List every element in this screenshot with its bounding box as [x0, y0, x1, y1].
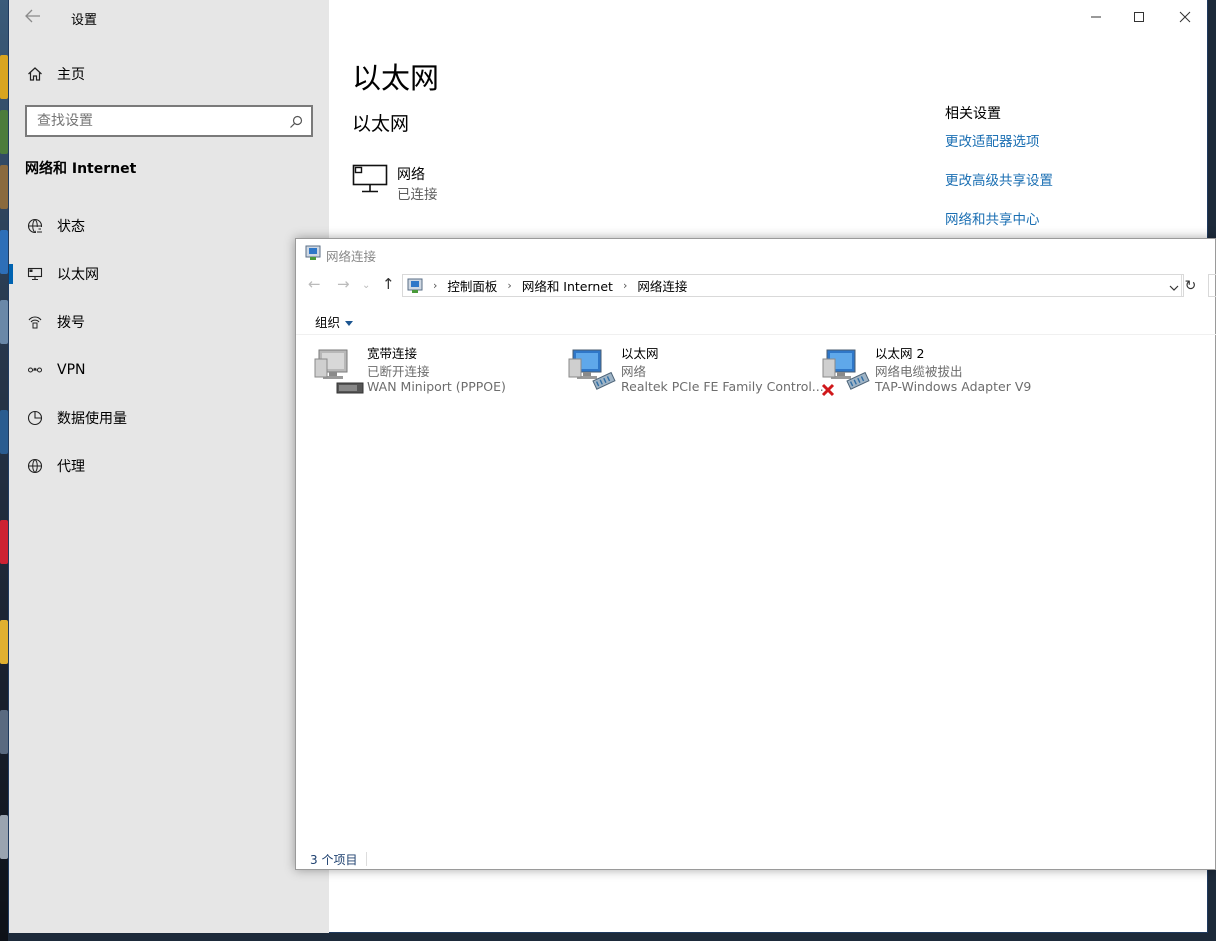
breadcrumb-separator[interactable]: › — [433, 279, 437, 292]
connection-status: 已断开连接 — [367, 364, 430, 379]
nav-home[interactable]: 主页 — [9, 54, 329, 94]
breadcrumb-network-internet[interactable]: 网络和 Internet — [522, 276, 613, 295]
network-monitor-icon[interactable] — [352, 164, 388, 196]
desktop-background — [0, 0, 8, 941]
nav-item-dialup[interactable]: 拨号 — [9, 302, 329, 342]
connection-device: Realtek PCIe FE Family Control... — [621, 379, 824, 394]
settings-nav-pane: 设置 主页 网络和 Internet 状态 以太网 — [9, 0, 329, 933]
network-name[interactable]: 网络 — [397, 164, 425, 184]
connection-device: WAN Miniport (PPPOE) — [367, 379, 506, 394]
desktop-shortcut-icon[interactable] — [0, 710, 8, 754]
desktop-shortcut-icon[interactable] — [0, 165, 8, 209]
desktop-shortcut-icon[interactable] — [0, 620, 8, 664]
breadcrumb-control-panel[interactable]: 控制面板 — [447, 276, 497, 295]
network-sharing-center-link[interactable]: 网络和共享中心 — [945, 208, 1040, 228]
connection-item-broadband[interactable]: 宽带连接 已断开连接 WAN Miniport (PPPOE) — [313, 343, 543, 403]
change-advanced-sharing-link[interactable]: 更改高级共享设置 — [945, 169, 1053, 189]
desktop-shortcut-icon[interactable] — [0, 230, 8, 274]
connection-item-ethernet[interactable]: 以太网 网络 Realtek PCIe FE Family Control... — [567, 343, 824, 403]
chevron-down-icon[interactable] — [1169, 281, 1179, 291]
recent-locations-icon[interactable]: ⌄ — [362, 280, 370, 291]
nav-item-proxy[interactable]: 代理 — [9, 446, 329, 486]
nav-home-label: 主页 — [57, 67, 85, 83]
search-icon[interactable] — [289, 114, 303, 128]
nav-item-label: 拨号 — [57, 315, 85, 331]
desktop-shortcut-icon[interactable] — [0, 55, 8, 99]
ethernet-monitor-icon — [26, 265, 44, 283]
status-bar-divider — [366, 852, 367, 866]
maximize-button[interactable] — [1128, 8, 1150, 26]
ethernet-adapter-unplugged-icon — [821, 347, 873, 399]
organize-menu[interactable]: 组织 — [315, 312, 354, 331]
status-bar-item-count: 3 个项目 — [310, 853, 358, 867]
close-button[interactable] — [1174, 8, 1196, 26]
connection-item-ethernet-2[interactable]: 以太网 2 网络电缆被拔出 TAP-Windows Adapter V9 — [821, 343, 1067, 403]
network-status: 已连接 — [397, 187, 438, 203]
minimize-button[interactable] — [1085, 8, 1107, 26]
nav-item-label: 状态 — [57, 219, 85, 235]
broadband-connection-icon — [313, 347, 365, 399]
desktop-shortcut-icon[interactable] — [0, 110, 8, 154]
caret-down-icon — [345, 321, 354, 326]
settings-search-box[interactable] — [25, 105, 313, 137]
section-title: 网络和 Internet — [25, 161, 137, 177]
desktop-shortcut-icon[interactable] — [0, 815, 8, 859]
up-arrow-icon[interactable]: ↑ — [382, 275, 395, 293]
search-box[interactable] — [1208, 274, 1216, 297]
proxy-globe-icon — [26, 457, 44, 475]
app-title: 设置 — [71, 13, 98, 28]
desktop-shortcut-icon[interactable] — [0, 410, 8, 454]
breadcrumb-separator[interactable]: › — [623, 279, 627, 292]
window-title: 网络连接 — [326, 249, 377, 264]
related-settings-title: 相关设置 — [945, 106, 1001, 122]
change-adapter-options-link[interactable]: 更改适配器选项 — [945, 130, 1040, 150]
ethernet-subheading: 以太网 — [352, 113, 410, 135]
dialup-icon — [26, 313, 44, 331]
home-icon — [26, 65, 44, 83]
desktop-shortcut-icon[interactable] — [0, 520, 8, 564]
nav-item-data-usage[interactable]: 数据使用量 — [9, 398, 329, 438]
forward-icon[interactable]: → — [337, 275, 350, 293]
desktop-shortcut-icon[interactable] — [0, 300, 8, 344]
connection-name: 以太网 2 — [875, 346, 925, 361]
nav-item-label: VPN — [57, 362, 86, 378]
address-bar[interactable]: › 控制面板 › 网络和 Internet › 网络连接 — [402, 274, 1184, 297]
page-title: 以太网 — [352, 61, 440, 95]
network-connections-icon — [305, 245, 321, 261]
back-arrow-icon[interactable] — [25, 8, 49, 28]
nav-item-ethernet[interactable]: 以太网 — [9, 254, 329, 294]
nav-item-label: 代理 — [57, 459, 85, 475]
vpn-icon — [26, 361, 44, 379]
data-usage-icon — [26, 409, 44, 427]
connection-name: 宽带连接 — [367, 346, 418, 361]
status-globe-icon — [26, 217, 44, 235]
connection-device: TAP-Windows Adapter V9 — [875, 379, 1032, 394]
ethernet-adapter-icon — [567, 347, 619, 399]
breadcrumb-separator[interactable]: › — [507, 279, 511, 292]
search-input[interactable] — [27, 113, 277, 129]
control-panel-icon — [407, 278, 423, 294]
back-icon[interactable]: ← — [308, 275, 321, 293]
connection-status: 网络电缆被拔出 — [875, 364, 963, 379]
nav-item-vpn[interactable]: VPN — [9, 350, 329, 390]
nav-item-status[interactable]: 状态 — [9, 206, 329, 246]
connection-status: 网络 — [621, 364, 647, 379]
breadcrumb-network-connections[interactable]: 网络连接 — [637, 276, 687, 295]
nav-item-label: 以太网 — [57, 267, 99, 283]
refresh-icon[interactable]: ↻ — [1181, 275, 1199, 296]
nav-item-label: 数据使用量 — [57, 411, 127, 427]
network-connections-window: 网络连接 ← → ⌄ ↑ › 控制面板 › 网络和 Internet › 网络连… — [295, 238, 1216, 870]
connection-name: 以太网 — [621, 346, 659, 361]
organize-label: 组织 — [315, 315, 341, 330]
command-bar: 组织 — [296, 305, 1216, 335]
